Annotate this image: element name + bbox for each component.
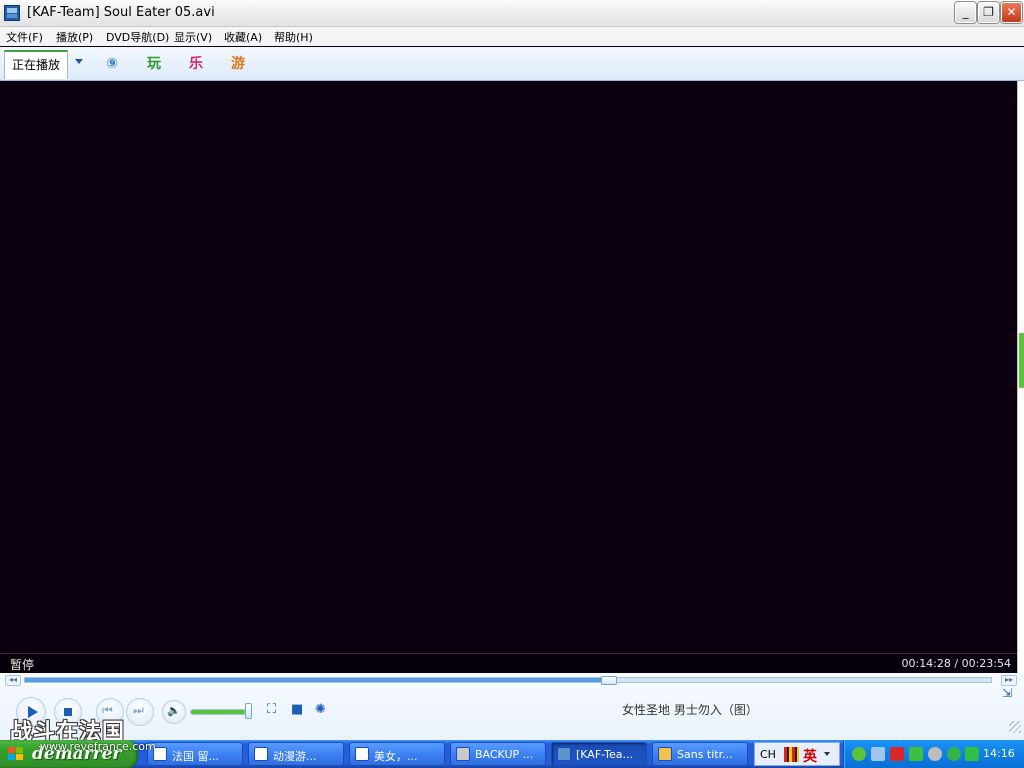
taskbar-item-label: 动漫游... [273,750,317,763]
mini-mode-icon[interactable]: ⇲ [1002,686,1012,700]
fullscreen-icon[interactable]: ⛶ [267,703,276,717]
playback-status-bar: 暂停 00:14:28 / 00:23:54 [0,653,1017,674]
window-title: [KAF-Team] Soul Eater 05.avi [27,5,215,20]
seek-progress [25,678,610,682]
tab-bar: 正在播放 ⑨ 玩 乐 游 [0,47,1024,81]
close-button[interactable]: ✕ [1001,2,1022,23]
seek-forward-button[interactable]: ▸▸ [1001,675,1017,686]
side-panel-grip[interactable] [1019,333,1024,388]
menu-favorites[interactable]: 收藏(A) [224,29,262,45]
camera-icon[interactable]: ■ [291,703,303,717]
menu-bar: 文件(F) 播放(P) DVD导航(D) 显示(V) 收藏(A) 帮助(H) [0,27,1024,46]
restore-button[interactable]: ❐ [978,2,999,23]
app-icon[interactable] [4,5,20,21]
watermark-url: www.revefrance.com [40,740,156,753]
ime-icon[interactable] [784,747,799,762]
taskbar-item[interactable]: BACKUP ... [450,742,546,766]
music-icon[interactable]: 乐 [186,55,206,73]
language-bar[interactable]: CH 英 [754,742,840,766]
menu-play[interactable]: 播放(P) [56,29,93,45]
ie-icon [254,747,268,761]
taskbar-item[interactable]: 法国 留... [147,742,243,766]
playlist-side-panel-toggle[interactable] [1017,81,1024,673]
control-panel: ◂◂ ▸▸ ⛶ ■ ✺ 女性圣地 男士勿入（图） ⇲ [0,673,1024,740]
pdf-icon[interactable] [890,747,904,761]
clock[interactable]: 14:16 [983,747,1015,760]
messenger-icon[interactable] [852,747,866,761]
drive-icon [456,747,470,761]
taskbar-item[interactable]: 动漫游... [248,742,344,766]
taskbar-item-label: 法国 留... [172,750,219,763]
ie-icon [355,747,369,761]
taskbar-item[interactable]: 美女，... [349,742,445,766]
playback-time: 00:14:28 / 00:23:54 [901,657,1011,670]
security-icon[interactable] [965,747,979,761]
windows-logo-icon [8,747,23,761]
tab-dropdown-icon[interactable] [75,59,83,64]
menu-help[interactable]: 帮助(H) [274,29,313,45]
taskbar-item[interactable]: Sans titr... [652,742,748,766]
language-code[interactable]: CH [760,748,776,761]
title-bar[interactable]: [KAF-Team] Soul Eater 05.avi _ ❐ ✕ [0,0,1024,27]
language-menu-arrow-icon[interactable] [824,752,830,756]
taskbar-item-label: 美女，... [374,750,418,763]
volume-handle[interactable] [245,703,252,719]
volume-slider[interactable] [190,709,250,715]
mute-button[interactable] [162,700,186,724]
update-icon[interactable] [947,747,961,761]
network-icon[interactable] [871,747,885,761]
menu-file[interactable]: 文件(F) [6,29,43,45]
volume-level [191,710,245,714]
play-games-icon[interactable]: 玩 [144,55,164,73]
settings-icon[interactable]: ✺ [315,703,326,717]
seek-handle[interactable] [601,676,618,685]
paint-icon [658,747,672,761]
video-display[interactable] [0,81,1017,653]
taskbar-item-active[interactable]: [KAF-Tea... [551,742,647,766]
tab-now-playing[interactable]: 正在播放 [4,50,68,79]
menu-dvd-navigation[interactable]: DVD导航(D) [106,29,169,45]
next-button[interactable] [126,698,154,726]
seek-bar[interactable] [24,676,992,685]
playback-state: 暂停 [10,658,35,672]
input-mode[interactable]: 英 [803,746,817,766]
taskbar-item-label: Sans titr... [677,748,733,761]
minimize-button[interactable]: _ [955,2,976,23]
taskbar-item-label: BACKUP ... [475,748,534,761]
audio-icon[interactable] [928,747,942,761]
promo-link[interactable]: 女性圣地 男士勿入（图） [622,701,758,718]
menu-view[interactable]: 显示(V) [174,29,212,45]
resize-grip[interactable] [1009,721,1021,733]
seek-back-button[interactable]: ◂◂ [5,675,21,686]
player-icon [557,747,571,761]
taskbar-item-label: [KAF-Tea... [576,748,633,761]
network-connection-icon[interactable] [909,747,923,761]
web-tv-icon[interactable]: ⑨ [102,55,122,73]
games-icon[interactable]: 游 [228,55,248,73]
